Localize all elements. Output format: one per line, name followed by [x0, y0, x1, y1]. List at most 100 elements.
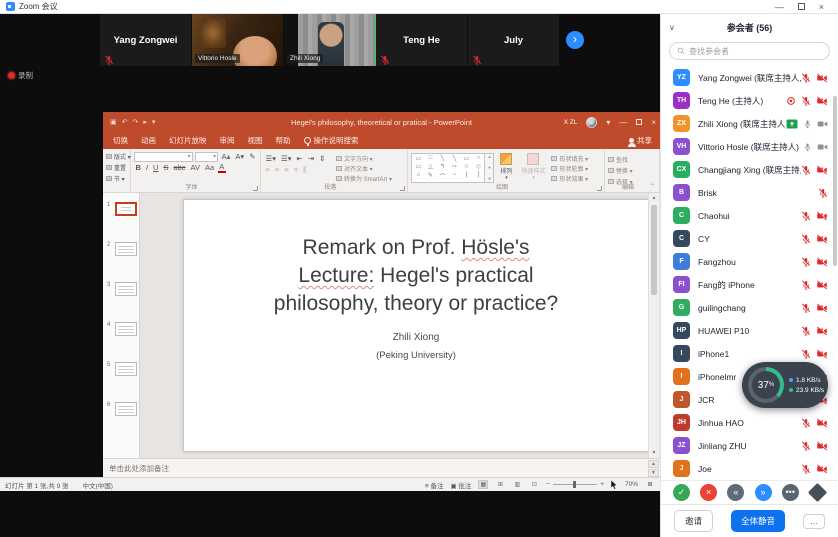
- participant-row[interactable]: CXChangjiang Xing (联席主持人): [661, 158, 838, 181]
- ppt-close-button[interactable]: ×: [651, 118, 656, 127]
- shape-glyph-icon[interactable]: }: [477, 172, 479, 181]
- notes-pane[interactable]: 单击此处添加备注 ▲▼: [103, 458, 660, 477]
- shape-glyph-icon[interactable]: ⌒: [439, 172, 445, 181]
- next-page-arrow-icon[interactable]: ›: [566, 31, 584, 49]
- participant-row[interactable]: JZJinliang ZHU: [661, 434, 838, 457]
- more-options-button[interactable]: …: [803, 514, 825, 529]
- clear-formatting-icon[interactable]: ✎: [248, 151, 257, 162]
- participant-row[interactable]: VHVittorio Hosle (联席主持人): [661, 135, 838, 158]
- shape-glyph-icon[interactable]: ╲: [453, 155, 457, 162]
- ppt-restore-button[interactable]: [636, 119, 642, 125]
- slideshow-button[interactable]: ⊡: [529, 480, 539, 489]
- quick-access-icon[interactable]: ▾: [152, 118, 156, 126]
- participant-row[interactable]: ZXZhili Xiong (联席主持人): [661, 112, 838, 135]
- fit-to-window-button[interactable]: ⊠: [645, 480, 655, 489]
- shape-style-button[interactable]: 形状轮廓 ▾: [551, 164, 588, 173]
- slides-group-button[interactable]: 版式 ▾: [106, 152, 127, 161]
- ribbon-tab-动画[interactable]: 动画: [141, 135, 156, 146]
- faster-button[interactable]: »: [755, 484, 772, 501]
- notes-spinner[interactable]: ▲▼: [648, 460, 659, 477]
- quick-access-toolbar[interactable]: ▣↶↷▸▾: [110, 118, 155, 126]
- paragraph-option-button[interactable]: 对齐文本 ▾: [336, 164, 392, 173]
- numbering-button[interactable]: ☰▾: [280, 153, 294, 164]
- more-reactions-button[interactable]: •••: [782, 484, 799, 501]
- comments-toggle-button[interactable]: ▣ 批注: [450, 480, 471, 490]
- shapes-gallery-scrollbar[interactable]: ▴▾▾: [485, 153, 494, 183]
- shape-glyph-icon[interactable]: ▭: [416, 155, 422, 162]
- editing-button[interactable]: 查找: [608, 155, 656, 164]
- minimize-button[interactable]: —: [775, 2, 784, 12]
- strikethrough-button[interactable]: abc: [172, 162, 187, 173]
- ribbon-tab-审阅[interactable]: 审阅: [220, 135, 235, 146]
- scrollbar-thumb[interactable]: [651, 205, 657, 295]
- shape-glyph-icon[interactable]: ~: [453, 172, 457, 181]
- slide-thumbnail[interactable]: 5: [103, 359, 139, 399]
- scroll-down-icon[interactable]: ▼: [649, 450, 659, 456]
- participant-row[interactable]: YZYang Zongwei (联席主持人, 我): [661, 66, 838, 89]
- drawing-dialog-launcher-icon[interactable]: [597, 186, 602, 191]
- slide-thumbnail[interactable]: 1: [103, 199, 139, 239]
- slide-sorter-view-button[interactable]: ⊞: [495, 480, 505, 489]
- notes-toggle-button[interactable]: ≡ 备注: [425, 480, 444, 490]
- participant-row[interactable]: CChaohui: [661, 204, 838, 227]
- font-size-combo[interactable]: ▾: [195, 152, 219, 162]
- participant-row[interactable]: THTeng He (主持人): [661, 89, 838, 112]
- slides-group-button[interactable]: 节 ▾: [106, 174, 127, 183]
- bold-button[interactable]: B: [134, 162, 142, 173]
- paragraph-option-button[interactable]: 文字方向 ▾: [336, 154, 392, 163]
- slide-thumbnail[interactable]: 6: [103, 399, 139, 439]
- zoom-percentage[interactable]: 70%: [625, 481, 638, 488]
- shape-style-button[interactable]: 形状填充 ▾: [551, 154, 588, 163]
- participant-row[interactable]: IiPhone1: [661, 342, 838, 365]
- ribbon-tab-切换[interactable]: 切换: [113, 135, 128, 146]
- shape-glyph-icon[interactable]: ⇨: [452, 163, 457, 170]
- decrease-indent-button[interactable]: ⇤: [295, 153, 304, 164]
- close-button[interactable]: ×: [819, 2, 824, 12]
- font-dialog-launcher-icon[interactable]: [253, 186, 258, 191]
- restore-button[interactable]: [798, 3, 805, 10]
- quick-access-icon[interactable]: ▸: [143, 118, 147, 126]
- slide-thumbnail[interactable]: 4: [103, 319, 139, 359]
- quick-access-icon[interactable]: ▣: [110, 118, 117, 126]
- video-tile[interactable]: Vittorio Hosle: [192, 14, 284, 66]
- language-indicator[interactable]: 中文(中国): [83, 480, 113, 490]
- grow-font-button[interactable]: A▴: [220, 151, 232, 162]
- shape-glyph-icon[interactable]: ✎: [428, 172, 433, 181]
- slide-scrollbar[interactable]: ▲ ▼: [648, 193, 659, 458]
- chevron-down-icon[interactable]: ∨: [669, 23, 675, 32]
- participant-row[interactable]: CCY: [661, 227, 838, 250]
- net-speed-overlay[interactable]: 37% 1.8 KB/s 23.9 KB/s: [742, 362, 828, 408]
- shape-glyph-icon[interactable]: △: [428, 163, 433, 170]
- shape-glyph-icon[interactable]: □: [429, 155, 433, 162]
- participants-scrollbar[interactable]: [833, 96, 837, 266]
- character-spacing-button[interactable]: AV: [189, 162, 201, 173]
- share-button[interactable]: 共享: [629, 135, 652, 146]
- video-tile[interactable]: July: [468, 14, 560, 66]
- yes-button[interactable]: ✓: [673, 484, 690, 501]
- shape-glyph-icon[interactable]: ↰: [440, 163, 445, 170]
- participant-row[interactable]: HPHUAWEI P10: [661, 319, 838, 342]
- shrink-font-button[interactable]: A▾: [234, 151, 246, 162]
- shape-glyph-icon[interactable]: ▭: [416, 163, 422, 170]
- ribbon-tab-幻灯片放映[interactable]: 幻灯片放映: [169, 135, 207, 146]
- scroll-up-icon[interactable]: ▲: [649, 195, 659, 201]
- quick-access-icon[interactable]: ↶: [122, 118, 128, 126]
- participant-row[interactable]: FFangzhou: [661, 250, 838, 273]
- arrange-button[interactable]: 排列 ▾: [497, 151, 515, 183]
- video-tile[interactable]: Teng He: [376, 14, 468, 66]
- invite-button[interactable]: 邀请: [674, 510, 713, 532]
- normal-view-button[interactable]: ▦: [478, 480, 488, 489]
- underline-button[interactable]: U: [152, 162, 160, 173]
- shapes-gallery[interactable]: ▭□╲╲▭○▭△↰⇨☆◇⌂✎⌒~{}: [411, 153, 485, 183]
- shape-glyph-icon[interactable]: ◇: [476, 163, 481, 170]
- ribbon-tab-视图[interactable]: 视图: [248, 135, 263, 146]
- reading-view-button[interactable]: ▥: [512, 480, 522, 489]
- italic-button[interactable]: I: [144, 162, 149, 173]
- clear-button[interactable]: [808, 483, 827, 502]
- search-participants-input[interactable]: 查找参会者: [669, 42, 830, 60]
- editing-button[interactable]: 替换 ▾: [608, 166, 656, 175]
- align-right-button[interactable]: ≡: [283, 164, 290, 175]
- zoom-in-icon[interactable]: +: [600, 481, 604, 488]
- slides-group-button[interactable]: 重置: [106, 163, 127, 172]
- zoom-slider-thumb[interactable]: [573, 481, 576, 488]
